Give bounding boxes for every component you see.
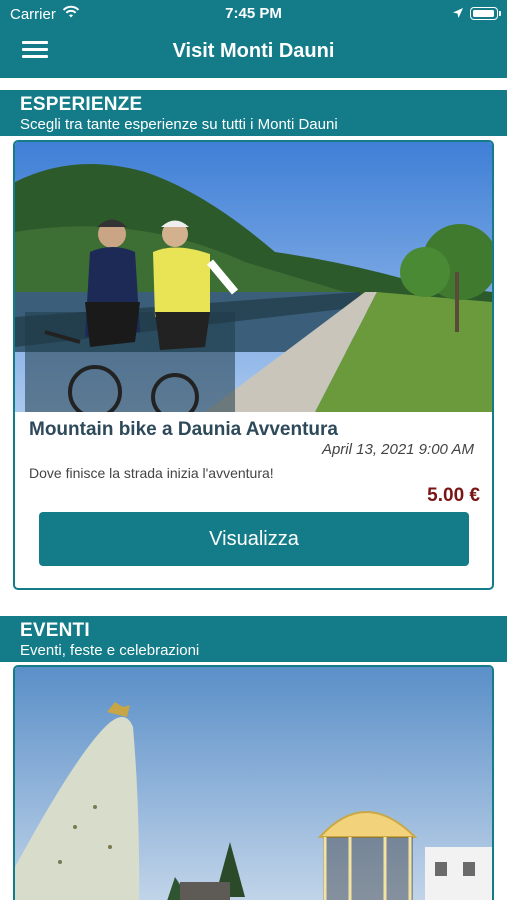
event-card[interactable] xyxy=(13,665,494,900)
section-header-esperienze: ESPERIENZE Scegli tra tante esperienze s… xyxy=(0,90,507,136)
section-subtitle: Eventi, feste e celebrazioni xyxy=(20,642,200,659)
card-price: 5.00 € xyxy=(427,485,480,506)
clock: 7:45 PM xyxy=(225,5,282,22)
section-title: EVENTI xyxy=(20,620,90,641)
experience-image xyxy=(15,142,492,412)
card-date: April 13, 2021 9:00 AM xyxy=(321,441,474,458)
location-arrow-icon xyxy=(452,6,464,23)
section-subtitle: Scegli tra tante esperienze su tutti i M… xyxy=(20,116,338,133)
card-description: Dove finisce la strada inizia l'avventur… xyxy=(29,465,274,481)
section-header-eventi: EVENTI Eventi, feste e celebrazioni xyxy=(0,616,507,662)
view-button[interactable]: Visualizza xyxy=(39,512,469,566)
status-bar: Carrier 7:45 PM xyxy=(0,0,507,28)
navigation-bar: Visit Monti Dauni xyxy=(0,28,507,78)
experience-card[interactable]: Mountain bike a Daunia Avventura April 1… xyxy=(13,140,494,590)
event-image xyxy=(15,667,492,900)
top-bar: Carrier 7:45 PM Visit Monti Dauni xyxy=(0,0,507,78)
page-title: Visit Monti Dauni xyxy=(172,40,335,62)
section-title: ESPERIENZE xyxy=(20,94,143,115)
battery-icon xyxy=(470,7,501,20)
card-title: Mountain bike a Daunia Avventura xyxy=(29,419,338,440)
